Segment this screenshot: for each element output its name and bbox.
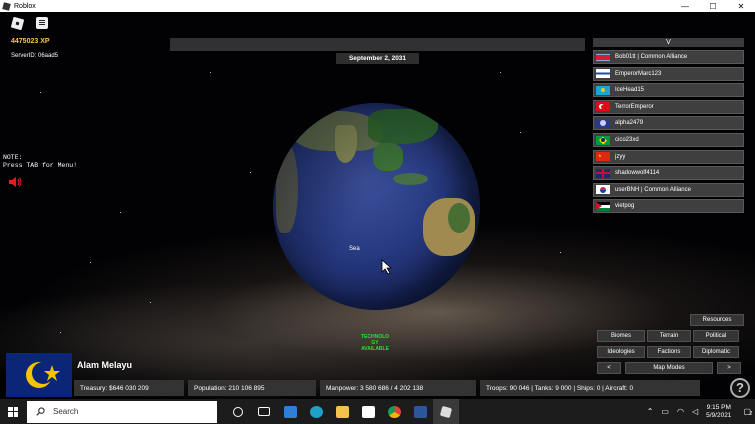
manpower-stat: Manpower: 3 580 686 / 4 202 138	[320, 380, 476, 396]
windows-taskbar: Search ⌃ ▭ ◠ ◁ 9:15 PM 5/9/2021 ▢ 2	[0, 399, 755, 424]
maximize-button[interactable]: ☐	[699, 0, 727, 12]
screen: Roblox — ☐ ✕ 4475023 XP ServerID: 06aad5…	[0, 0, 755, 424]
top-progress-bar	[170, 38, 585, 51]
previous-map-mode-button[interactable]: <	[597, 362, 621, 374]
window-title: Roblox	[14, 2, 36, 10]
jordan-flag-icon	[596, 201, 610, 211]
china-flag-icon: ★	[596, 152, 610, 162]
menu-note: NOTE: Press TAB for Menu!	[3, 154, 78, 169]
player-name: alpha2479	[615, 120, 644, 127]
player-list-toggle[interactable]: V	[593, 38, 744, 47]
kazakhstan-flag-icon	[596, 85, 610, 95]
start-button[interactable]	[0, 399, 26, 424]
windows-logo-icon	[8, 406, 18, 417]
country-name: Alam Melayu	[77, 360, 133, 370]
south-korea-flag-icon	[596, 185, 610, 195]
player-name: EmperorMarc123	[615, 70, 662, 77]
minimize-button[interactable]: —	[671, 0, 699, 12]
game-viewport[interactable]: 4475023 XP ServerID: 06aad5 NOTE: Press …	[0, 12, 755, 399]
store-icon[interactable]	[355, 399, 381, 424]
terrain-button[interactable]: Terrain	[647, 330, 691, 342]
player-name: shadowwolf4114	[615, 170, 660, 177]
player-row[interactable]: Bob01tt | Common Alliance	[593, 50, 744, 64]
player-row[interactable]: EmperorMarc123	[593, 66, 744, 81]
system-tray: ⌃ ▭ ◠ ◁ 9:15 PM 5/9/2021 ▢ 2	[643, 399, 755, 424]
chat-icon[interactable]	[36, 17, 48, 29]
roblox-app-icon	[2, 1, 11, 11]
player-row[interactable]: TerrorEmperor	[593, 99, 744, 114]
chrome-icon[interactable]	[381, 399, 407, 424]
player-row[interactable]: userBNH | Common Alliance	[593, 182, 744, 197]
player-name: jzyy	[615, 153, 626, 160]
political-button[interactable]: Political	[693, 330, 739, 342]
military-stat: Troops: 90 046 | Tanks: 9 000 | Ships: 0…	[480, 380, 700, 396]
ideologies-button[interactable]: Ideologies	[597, 346, 645, 358]
country-flag-icon	[6, 353, 72, 397]
word-icon[interactable]	[407, 399, 433, 424]
roblox-menu-icon[interactable]	[10, 16, 25, 31]
country-stats-bar: Treasury: $646 030 209 Population: 210 1…	[74, 380, 746, 396]
tech-notice-text: TECHNOLO GY AVAILABLE	[360, 334, 390, 352]
player-row[interactable]: ★ jzyy	[593, 149, 744, 164]
player-name: IceHead15	[615, 87, 645, 94]
player-row[interactable]: IceHead15	[593, 83, 744, 98]
united-kingdom-flag-icon	[596, 168, 610, 178]
taskbar-search-box[interactable]: Search	[27, 400, 217, 423]
next-map-mode-button[interactable]: >	[717, 362, 741, 374]
mail-icon[interactable]	[277, 399, 303, 424]
biomes-button[interactable]: Biomes	[597, 330, 645, 342]
purple-emblem-flag-icon	[596, 118, 610, 128]
mouse-cursor-icon	[381, 259, 393, 275]
taskbar-clock[interactable]: 9:15 PM 5/9/2021	[706, 404, 731, 420]
clock-time: 9:15 PM	[706, 403, 731, 411]
player-name: TerrorEmperor	[615, 103, 654, 110]
speaker-icon[interactable]	[8, 176, 22, 188]
map-modes-button[interactable]: Map Modes	[625, 362, 713, 374]
notification-center-icon[interactable]: ▢ 2	[743, 407, 753, 417]
search-icon	[36, 407, 45, 416]
resources-button[interactable]: Resources	[690, 314, 744, 326]
north-korea-flag-icon	[596, 52, 610, 62]
technology-available-notice[interactable]: TECHNOLO GY AVAILABLE	[355, 334, 395, 352]
player-name: cico23xd	[615, 137, 639, 143]
close-button[interactable]: ✕	[727, 0, 755, 12]
wifi-icon[interactable]: ◠	[677, 407, 684, 416]
player-row[interactable]: shadowwolf4114	[593, 166, 744, 181]
file-explorer-icon[interactable]	[329, 399, 355, 424]
brazil-flag-icon	[596, 135, 610, 145]
diplomatic-button[interactable]: Diplomatic	[693, 346, 739, 358]
roblox-taskbar-icon[interactable]	[433, 399, 459, 424]
window-titlebar: Roblox — ☐ ✕	[0, 0, 755, 12]
task-view-icon[interactable]	[251, 399, 277, 424]
window-controls: — ☐ ✕	[671, 0, 755, 12]
player-name: userBNH | Common Alliance	[615, 186, 691, 193]
network-icon[interactable]: ▭	[661, 407, 669, 416]
show-hidden-icons-chevron-icon[interactable]: ⌃	[647, 407, 654, 416]
notification-count: 2	[749, 411, 753, 417]
population-stat: Population: 210 106 895	[188, 380, 316, 396]
edge-icon[interactable]	[303, 399, 329, 424]
cortana-icon[interactable]	[225, 399, 251, 424]
server-id: ServerID: 06aad5	[11, 53, 59, 59]
turkey-flag-icon	[596, 102, 610, 112]
player-name: vietpog	[615, 203, 635, 210]
sea-label: Sea	[349, 246, 360, 252]
help-button[interactable]: ?	[730, 378, 750, 398]
factions-button[interactable]: Factions	[647, 346, 691, 358]
world-globe[interactable]	[273, 103, 480, 310]
finland-flag-icon	[596, 69, 610, 79]
volume-icon[interactable]: ◁	[692, 407, 698, 416]
xp-counter: 4475023 XP	[11, 38, 50, 45]
clock-date: 5/9/2021	[706, 411, 732, 419]
game-date: September 2, 2031	[336, 53, 419, 64]
player-row[interactable]: alpha2479	[593, 116, 744, 131]
treasury-stat: Treasury: $646 030 209	[74, 380, 184, 396]
player-name: Bob01tt | Common Alliance	[615, 54, 688, 60]
player-row[interactable]: cico23xd	[593, 133, 744, 147]
search-placeholder: Search	[53, 407, 79, 416]
player-row[interactable]: vietpog	[593, 199, 744, 214]
